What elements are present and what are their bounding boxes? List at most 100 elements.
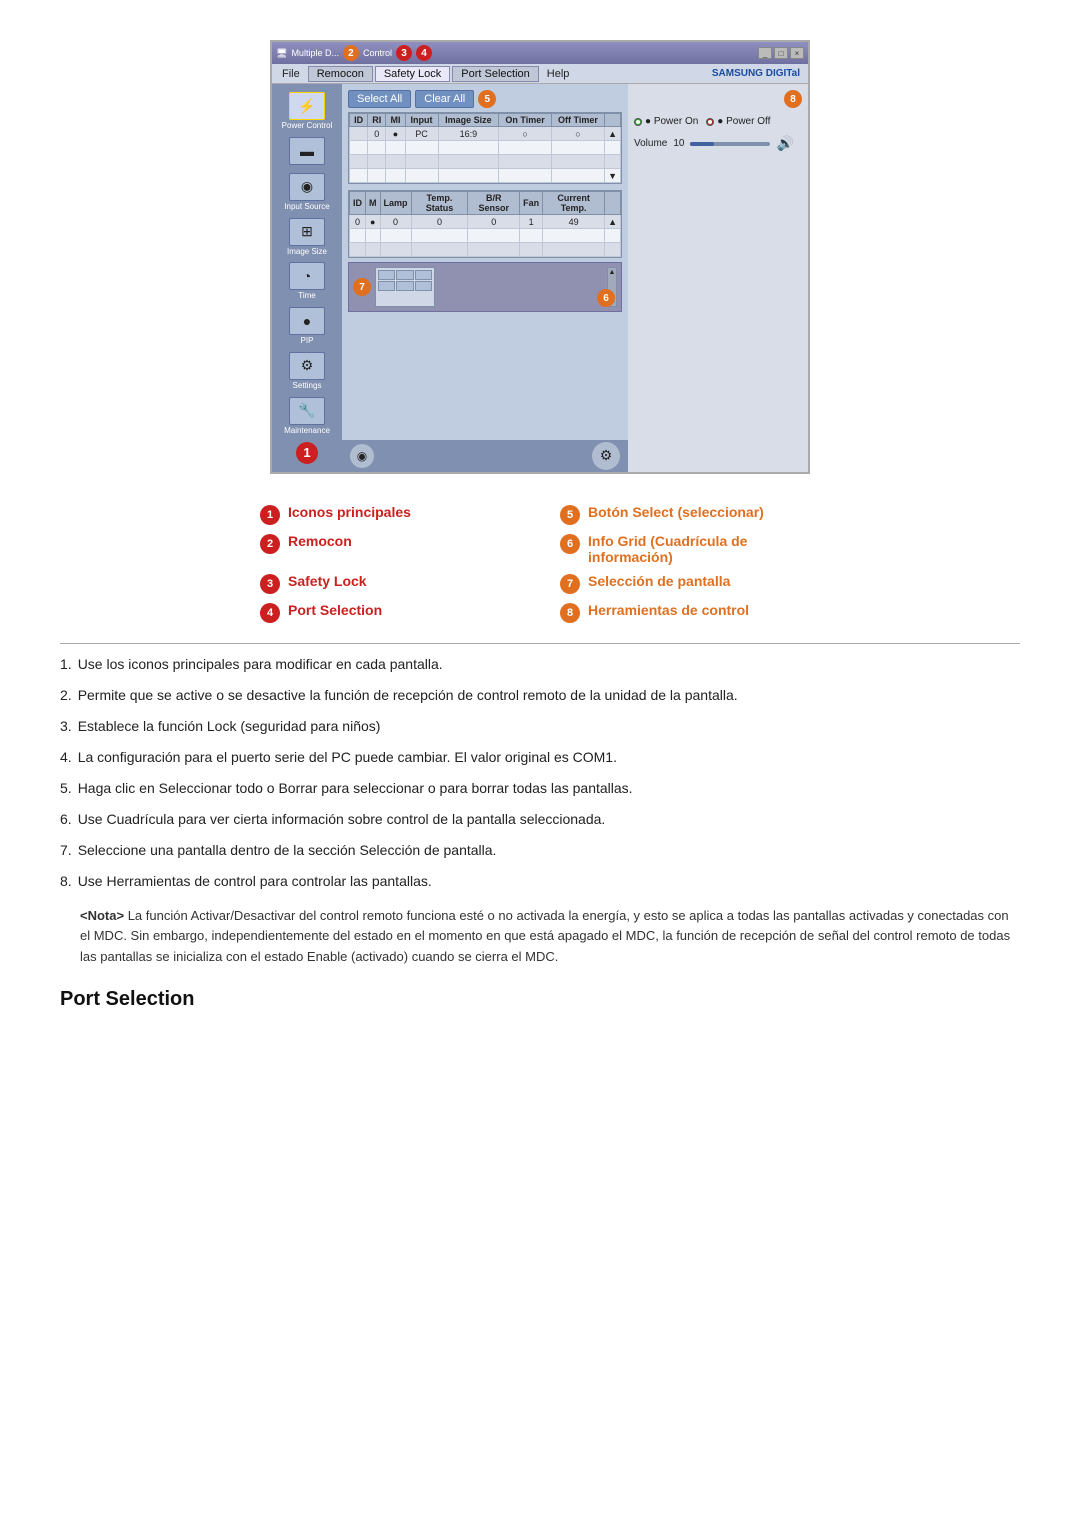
volume-slider[interactable] xyxy=(690,142,770,146)
info-grid-2: ID M Lamp Temp. Status B/R Sensor Fan Cu… xyxy=(348,190,622,258)
grid2-header-lamp: Lamp xyxy=(380,192,411,215)
grid2-header-id: ID xyxy=(350,192,366,215)
table-row xyxy=(350,141,621,155)
menu-bar: File Remocon Safety Lock Port Selection … xyxy=(272,64,808,84)
grid2-header-m: M xyxy=(366,192,381,215)
sidebar-pip[interactable]: ● PIP xyxy=(280,307,334,346)
screen-cell[interactable] xyxy=(378,270,395,280)
legend-badge-6: 6 xyxy=(560,534,580,554)
screen-selection: 7 6 xyxy=(348,262,622,312)
screen-grid[interactable] xyxy=(375,267,435,307)
grid2-header-scroll xyxy=(605,192,621,215)
title-control: Control xyxy=(363,48,392,58)
legend-badge-7: 7 xyxy=(560,574,580,594)
menu-remocon[interactable]: Remocon xyxy=(308,66,373,82)
maintenance-icon: 🔧 xyxy=(289,397,325,425)
window-buttons[interactable]: _ □ × xyxy=(758,47,804,59)
power-off-radio[interactable] xyxy=(706,118,714,126)
settings-icon: ⚙ xyxy=(289,352,325,380)
select-all-button[interactable]: Select All xyxy=(348,90,411,108)
list-item: 5.Haga clic en Seleccionar todo o Borrar… xyxy=(60,778,1020,799)
legend-text-6: Info Grid (Cuadrícula de información) xyxy=(588,533,820,565)
note-box: <Nota> La función Activar/Desactivar del… xyxy=(80,906,1020,968)
badge8-area: 8 xyxy=(634,90,802,108)
legend-item-6: 6 Info Grid (Cuadrícula de información) xyxy=(560,533,820,565)
image-size-icon: ⊞ xyxy=(289,218,325,246)
time-label: Time xyxy=(298,292,315,301)
badge-1: 1 xyxy=(296,442,318,464)
toolbar-row: Select All Clear All 5 xyxy=(348,90,622,108)
legend-text-7: Selección de pantalla xyxy=(588,573,730,589)
bottom-left-icon: ◉ xyxy=(350,444,374,468)
pip-icon: ● xyxy=(289,307,325,335)
grid1-header-offtimer: Off Timer xyxy=(551,114,604,127)
left-sidebar: ⚡ Power Control ▬ ◉ Input Source ⊞ Image… xyxy=(272,84,342,472)
grid2-header-temp: Temp. Status xyxy=(411,192,468,215)
input-source-label: Input Source xyxy=(284,203,329,212)
port-selection-heading: Port Selection xyxy=(60,988,1020,1017)
grid1-header-input: Input xyxy=(405,114,438,127)
grid1-header-id: ID xyxy=(350,114,368,127)
volume-value: 10 xyxy=(673,138,684,149)
power-on-option[interactable]: ● Power On xyxy=(634,116,698,127)
legend-text-4: Port Selection xyxy=(288,602,382,618)
badge-4: 4 xyxy=(416,45,432,61)
grid1-header-ri: RI xyxy=(368,114,386,127)
legend-badge-1: 1 xyxy=(260,505,280,525)
menu-file[interactable]: File xyxy=(276,67,306,81)
menu-safety-lock[interactable]: Safety Lock xyxy=(375,66,450,82)
menu-help[interactable]: Help xyxy=(541,67,576,81)
power-off-label: ● Power Off xyxy=(717,116,770,127)
power-on-radio[interactable] xyxy=(634,118,642,126)
bottom-bar: ◉ ⚙ xyxy=(342,440,628,472)
title-bar-left: 🖥 Multiple D... 2 Control 3 4 xyxy=(276,45,432,61)
table-row xyxy=(350,229,621,243)
menu-port-selection[interactable]: Port Selection xyxy=(452,66,538,82)
legend-text-2: Remocon xyxy=(288,533,352,549)
info-grid-1: ID RI MI Input Image Size On Timer Off T… xyxy=(348,112,622,184)
grid1-header-mi: MI xyxy=(386,114,405,127)
screen-cell[interactable] xyxy=(415,270,432,280)
sidebar-power-control[interactable]: ⚡ Power Control xyxy=(280,92,334,131)
clear-all-button[interactable]: Clear All xyxy=(415,90,474,108)
badge1-container: 1 xyxy=(296,442,318,464)
legend-badge-8: 8 xyxy=(560,603,580,623)
legend-item-7: 7 Selección de pantalla xyxy=(560,573,820,594)
legend-text-5: Botón Select (seleccionar) xyxy=(588,504,764,520)
minimize-button[interactable]: _ xyxy=(758,47,772,59)
screen-cell[interactable] xyxy=(396,281,413,291)
grid2-header-currenttemp: Current Temp. xyxy=(543,192,605,215)
legend-text-3: Safety Lock xyxy=(288,573,367,589)
screen-cell[interactable] xyxy=(415,281,432,291)
right-panel: 8 ● Power On ● Power Off Volume 10 xyxy=(628,84,808,472)
app-icon: 🖥 xyxy=(276,48,287,59)
power-off-option[interactable]: ● Power Off xyxy=(706,116,770,127)
table-row: 0 ● PC 16:9 ○ ○ ▲ xyxy=(350,127,621,141)
maximize-button[interactable]: □ xyxy=(774,47,788,59)
center-content: Select All Clear All 5 ID RI MI Input xyxy=(342,84,628,440)
grid1-header-imagesize: Image Size xyxy=(438,114,499,127)
sidebar-settings[interactable]: ⚙ Settings xyxy=(280,352,334,391)
right-spacer xyxy=(634,160,802,466)
badge-6: 6 xyxy=(597,288,615,308)
sidebar-input-source[interactable]: ◉ Input Source xyxy=(280,173,334,212)
legend-text-8: Herramientas de control xyxy=(588,602,749,618)
close-button[interactable]: × xyxy=(790,47,804,59)
list-item: 3.Establece la función Lock (seguridad p… xyxy=(60,716,1020,737)
table-row xyxy=(350,243,621,257)
legend-badge-3: 3 xyxy=(260,574,280,594)
screen-cell[interactable] xyxy=(396,270,413,280)
legend-item-1: 1 Iconos principales xyxy=(260,504,520,525)
badge-7: 7 xyxy=(353,278,371,296)
list-item: 1.Use los iconos principales para modifi… xyxy=(60,654,1020,675)
sidebar-image-size[interactable]: ⊞ Image Size xyxy=(280,218,334,257)
screen-cell[interactable] xyxy=(378,281,395,291)
list-item: 7.Seleccione una pantalla dentro de la s… xyxy=(60,840,1020,861)
grid2-header-fan: Fan xyxy=(520,192,543,215)
sidebar-maintenance[interactable]: 🔧 Maintenance xyxy=(280,397,334,436)
legend-item-8: 8 Herramientas de control xyxy=(560,602,820,623)
grid1-header-ontimer: On Timer xyxy=(499,114,552,127)
sidebar-time[interactable]: ◔ Time xyxy=(280,262,334,301)
list-item: 4.La configuración para el puerto serie … xyxy=(60,747,1020,768)
sidebar-unknown1[interactable]: ▬ xyxy=(280,137,334,167)
